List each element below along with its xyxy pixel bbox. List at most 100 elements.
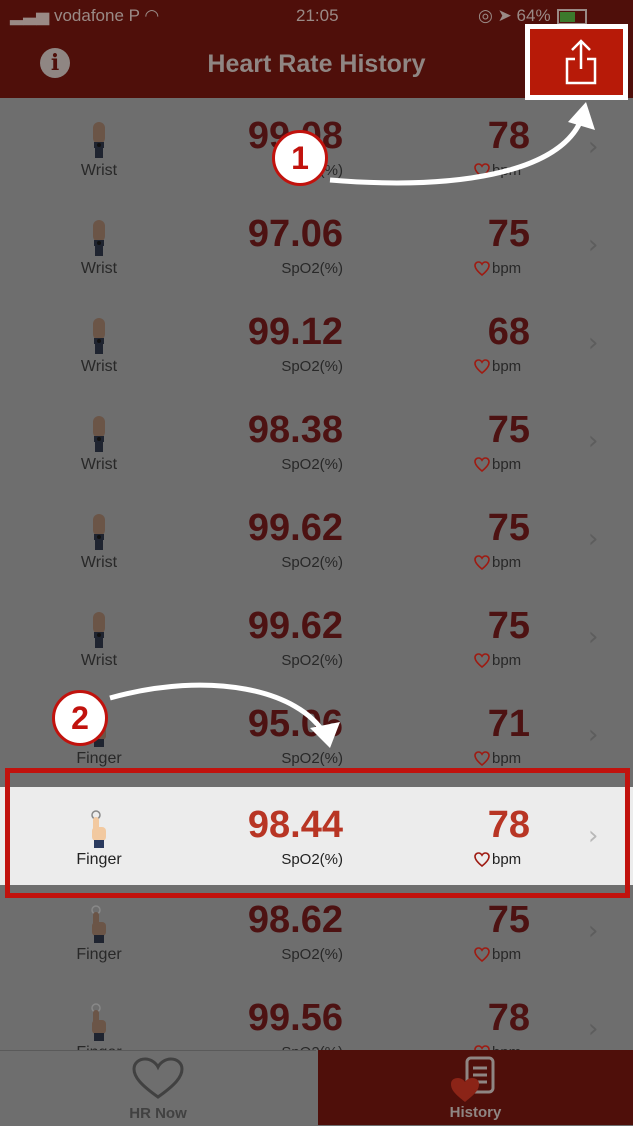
heart-rate-value: 71 bbox=[487, 703, 530, 745]
spo2-value: 97.06 bbox=[247, 213, 343, 255]
heart-icon bbox=[474, 946, 492, 963]
spo2-value: 99.62 bbox=[247, 507, 343, 549]
heart-icon bbox=[474, 851, 492, 868]
spo2-label: SpO2(%) bbox=[281, 554, 343, 571]
spo2-label: SpO2(%) bbox=[281, 946, 343, 963]
list-item[interactable]: Wrist 99.62 SpO2(%) 75 bpm › bbox=[0, 588, 633, 686]
sensor-label: Wrist bbox=[80, 260, 118, 277]
bpm-unit: bpm bbox=[492, 358, 522, 375]
sensor-label: Wrist bbox=[80, 554, 118, 571]
list-item[interactable]: Wrist 99.12 SpO2(%) 68 bpm › bbox=[0, 294, 633, 392]
bpm-unit: bpm bbox=[492, 162, 522, 179]
chevron-right-icon: › bbox=[588, 916, 599, 946]
sensor-label: Finger bbox=[76, 750, 122, 767]
tab-history[interactable]: History bbox=[318, 1050, 633, 1125]
bpm-label: bpm bbox=[474, 162, 521, 179]
chevron-right-icon: › bbox=[588, 230, 599, 260]
list-item[interactable]: Finger 98.44 SpO2(%) 78 bpm › bbox=[0, 787, 633, 885]
tab-bar: HR Now History bbox=[0, 1050, 633, 1126]
wrist-sensor-icon bbox=[93, 220, 105, 256]
bpm-label: bpm bbox=[474, 260, 521, 277]
chevron-right-icon: › bbox=[588, 1014, 599, 1044]
history-list[interactable]: Wrist99.08SpO2(%)78bpm›Wrist97.06SpO2(%)… bbox=[0, 98, 633, 1050]
clock: 21:05 bbox=[296, 6, 339, 25]
bpm-unit: bpm bbox=[492, 851, 522, 868]
spo2-label: SpO2(%) bbox=[281, 750, 343, 767]
heart-icon bbox=[474, 750, 492, 767]
list-item[interactable]: Wrist 98.38 SpO2(%) 75 bpm › bbox=[0, 392, 633, 490]
wrist-sensor-icon bbox=[93, 514, 105, 550]
bpm-unit: bpm bbox=[492, 554, 522, 571]
spo2-value: 98.38 bbox=[247, 409, 343, 451]
bpm-unit: bpm bbox=[492, 456, 522, 473]
battery-percent: 64% bbox=[516, 6, 551, 25]
spo2-label: SpO2(%) bbox=[281, 358, 343, 375]
bpm-label: bpm bbox=[474, 456, 521, 473]
bpm-label: bpm bbox=[474, 750, 521, 767]
chevron-right-icon: › bbox=[588, 426, 599, 456]
bpm-unit: bpm bbox=[492, 946, 522, 963]
tab-hr-now[interactable]: HR Now bbox=[0, 1050, 316, 1126]
finger-sensor-icon bbox=[91, 1003, 106, 1041]
sensor-label: Wrist bbox=[80, 162, 118, 179]
heart-icon bbox=[474, 456, 492, 473]
list-item[interactable]: Wrist 97.06 SpO2(%) 75 bpm › bbox=[0, 196, 633, 294]
spo2-value: 98.62 bbox=[247, 899, 343, 941]
bpm-label: bpm bbox=[474, 851, 521, 868]
chevron-right-icon: › bbox=[588, 328, 599, 358]
callout-2: 2 bbox=[52, 690, 108, 746]
chevron-right-icon: › bbox=[588, 622, 599, 652]
sensor-label: Wrist bbox=[80, 652, 118, 669]
sensor-label: Finger bbox=[76, 851, 122, 868]
wrist-sensor-icon bbox=[93, 122, 105, 158]
battery-icon bbox=[556, 8, 587, 25]
heart-icon bbox=[474, 358, 492, 375]
tab-hr-now-label: HR Now bbox=[129, 1105, 187, 1122]
callout-1: 1 bbox=[272, 130, 328, 186]
sensor-label: Wrist bbox=[80, 358, 118, 375]
bpm-label: bpm bbox=[474, 652, 521, 669]
sensor-label: Wrist bbox=[80, 456, 118, 473]
bpm-label: bpm bbox=[474, 554, 521, 571]
wrist-sensor-icon bbox=[93, 318, 105, 354]
heart-rate-value: 78 bbox=[487, 115, 530, 157]
bpm-label: bpm bbox=[474, 358, 521, 375]
list-item[interactable]: Finger 98.62 SpO2(%) 75 bpm › bbox=[0, 882, 633, 980]
heart-rate-value: 68 bbox=[487, 311, 530, 353]
carrier: ▂▃▅ vodafone P ◠ bbox=[10, 6, 160, 25]
bpm-unit: bpm bbox=[492, 260, 522, 277]
spo2-value: 99.12 bbox=[247, 311, 343, 353]
history-icon bbox=[450, 1056, 494, 1102]
list-item[interactable]: Finger99.56SpO2(%)78bpm› bbox=[0, 980, 633, 1050]
heart-rate-value: 75 bbox=[487, 507, 530, 549]
spo2-label: SpO2(%) bbox=[281, 456, 343, 473]
heart-rate-value: 75 bbox=[487, 213, 530, 255]
spo2-label: SpO2(%) bbox=[281, 260, 343, 277]
heart-rate-value: 75 bbox=[487, 409, 530, 451]
heart-icon bbox=[474, 162, 492, 179]
heart-rate-value: 75 bbox=[487, 899, 530, 941]
bpm-label: bpm bbox=[474, 946, 521, 963]
carrier-name: vodafone P bbox=[53, 6, 140, 25]
heart-rate-value: 75 bbox=[487, 605, 530, 647]
spo2-label: SpO2(%) bbox=[281, 851, 343, 868]
list-item[interactable]: Wrist 99.62 SpO2(%) 75 bpm › bbox=[0, 490, 633, 588]
spo2-value: 95.06 bbox=[247, 703, 343, 745]
wrist-sensor-icon bbox=[93, 416, 105, 452]
spo2-value: 99.56 bbox=[247, 997, 343, 1039]
share-button[interactable] bbox=[525, 24, 628, 100]
bpm-unit: bpm bbox=[492, 750, 522, 767]
spo2-value: 99.62 bbox=[247, 605, 343, 647]
chevron-right-icon: › bbox=[588, 132, 599, 162]
chevron-right-icon: › bbox=[588, 720, 599, 750]
spo2-value: 98.44 bbox=[247, 804, 343, 846]
heart-rate-value: 78 bbox=[487, 997, 530, 1039]
share-icon bbox=[565, 39, 597, 85]
heart-rate-value: 78 bbox=[487, 804, 530, 846]
heart-icon bbox=[474, 260, 492, 277]
chevron-right-icon: › bbox=[588, 821, 599, 851]
tab-history-label: History bbox=[449, 1104, 502, 1121]
heart-icon bbox=[132, 1057, 184, 1099]
spo2-label: SpO2(%) bbox=[281, 652, 343, 669]
heart-icon bbox=[474, 652, 492, 669]
